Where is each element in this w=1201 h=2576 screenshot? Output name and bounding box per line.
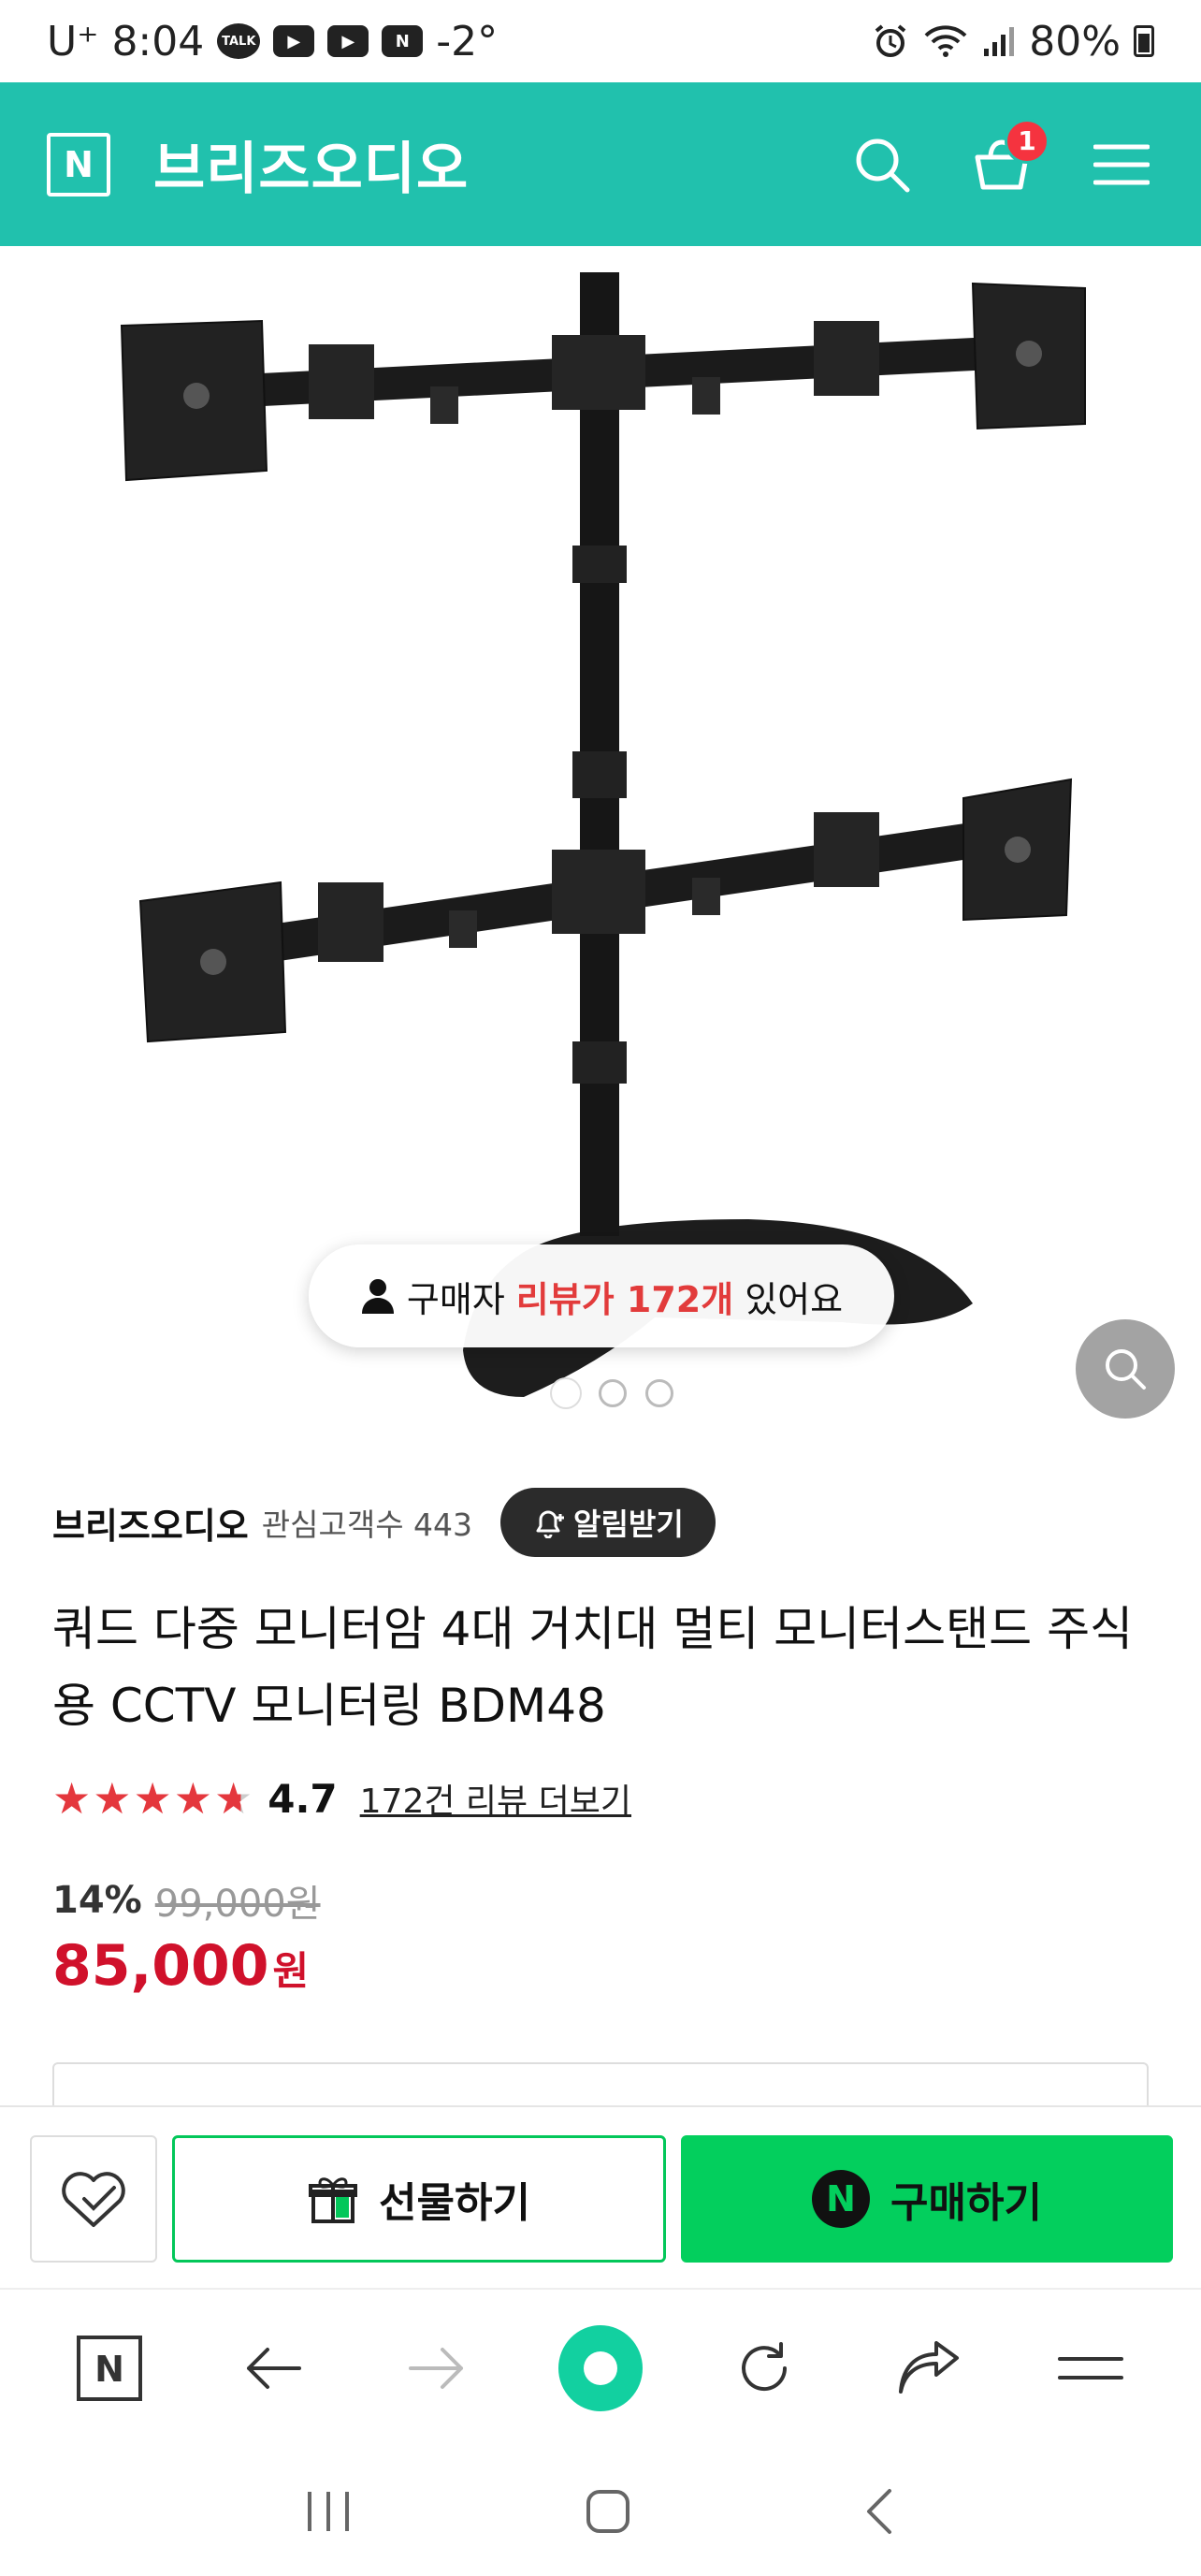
- recent-apps-icon[interactable]: [302, 2488, 355, 2535]
- review-banner-suffix: 있어요: [745, 1278, 844, 1320]
- discount-rate: 14%: [52, 1879, 142, 1922]
- star-icon: ★: [133, 1773, 172, 1824]
- gift-button-label: 선물하기: [379, 2179, 530, 2227]
- product-title: 쿼드 다중 모니터암 4대 거치대 멀티 모니터스탠드 주식용 CCTV 모니터…: [52, 1602, 1134, 1733]
- follower-count: 관심고객수 443: [261, 1506, 473, 1543]
- npay-icon: N: [812, 2170, 871, 2228]
- home-orb-button[interactable]: [557, 2325, 643, 2411]
- system-nav-bar: [0, 2447, 1201, 2576]
- status-left: U⁺ 8:04 TALK ▶ ▶ N -2°: [47, 18, 498, 65]
- gift-icon: [309, 2177, 358, 2223]
- seller-name[interactable]: 브리즈오디오: [52, 1497, 249, 1549]
- currency-label: 원: [272, 1948, 310, 1994]
- half-star-icon: ★: [214, 1773, 253, 1824]
- gallery-dot[interactable]: [645, 1379, 673, 1407]
- star-rating: ★ ★ ★ ★ ★: [52, 1777, 253, 1820]
- naver-square-icon: N: [77, 2336, 143, 2401]
- wishlist-button[interactable]: [30, 2135, 157, 2263]
- wifi-icon: [924, 25, 967, 57]
- notify-button[interactable]: 알림받기: [500, 1488, 716, 1557]
- review-banner-prefix: 구매자: [406, 1278, 505, 1320]
- zoom-icon[interactable]: [1076, 1319, 1175, 1419]
- search-icon[interactable]: [849, 132, 915, 197]
- buy-button[interactable]: N 구매하기: [681, 2135, 1173, 2263]
- naver-logo[interactable]: N: [47, 132, 110, 196]
- battery-label: 80%: [1029, 17, 1121, 65]
- refresh-icon[interactable]: [722, 2326, 806, 2410]
- forward-icon[interactable]: [395, 2326, 479, 2410]
- purchase-bar: 선물하기 N 구매하기: [0, 2105, 1201, 2288]
- bell-icon: [536, 1510, 565, 1538]
- youtube-icon-2: ▶: [327, 25, 369, 57]
- naver-home-button[interactable]: N: [67, 2326, 152, 2410]
- header-actions: 1: [849, 118, 1154, 197]
- gallery-pagination: [552, 1379, 673, 1407]
- cart-icon[interactable]: 1: [969, 118, 1049, 197]
- cart-count-badge: 1: [1005, 118, 1049, 164]
- star-icon: ★: [173, 1773, 212, 1824]
- browser-menu-icon[interactable]: [1049, 2326, 1133, 2410]
- heart-check-icon: [62, 2172, 125, 2227]
- menu-icon[interactable]: [1089, 132, 1154, 197]
- kakaotalk-icon: TALK: [217, 23, 261, 59]
- star-icon: ★: [52, 1773, 92, 1824]
- clock: 8:04: [111, 17, 205, 65]
- home-orb-icon: [557, 2325, 643, 2411]
- sale-price: 85,000: [52, 1933, 269, 1999]
- person-icon: [361, 1279, 394, 1314]
- rating-score: 4.7: [268, 1775, 338, 1822]
- system-back-icon[interactable]: [861, 2485, 899, 2538]
- carrier-label: U⁺: [47, 17, 99, 65]
- notify-button-label: 알림받기: [573, 1506, 684, 1542]
- status-right: 80%: [872, 18, 1154, 65]
- review-banner-count: 리뷰가 172개: [515, 1278, 734, 1320]
- share-icon[interactable]: [886, 2326, 970, 2410]
- browser-toolbar: N: [0, 2288, 1201, 2447]
- back-icon[interactable]: [231, 2326, 315, 2410]
- temperature-label: -2°: [436, 17, 499, 65]
- signal-icon: [984, 27, 1015, 56]
- gift-button[interactable]: 선물하기: [172, 2135, 666, 2263]
- svg-text:N: N: [95, 2349, 125, 2390]
- rating-row: ★ ★ ★ ★ ★ 4.7 172건 리뷰 더보기: [52, 1770, 631, 1826]
- price-row: 14% 99,000원: [52, 1873, 321, 1928]
- alarm-icon: [875, 24, 906, 57]
- store-header: N 브리즈오디오 1: [0, 82, 1201, 246]
- naver-icon: N: [382, 25, 424, 57]
- battery-icon: [1134, 25, 1154, 57]
- review-link[interactable]: 172건 리뷰 더보기: [360, 1774, 631, 1823]
- gallery-dot[interactable]: [552, 1379, 580, 1407]
- sale-price-row: 85,000 원: [52, 1933, 309, 1999]
- review-count-banner[interactable]: 구매자 리뷰가 172개 있어요: [309, 1244, 894, 1347]
- home-icon[interactable]: [584, 2487, 632, 2536]
- gallery-dot[interactable]: [599, 1379, 627, 1407]
- store-name[interactable]: 브리즈오디오: [153, 124, 469, 205]
- buy-button-label: 구매하기: [890, 2179, 1042, 2227]
- original-price: 99,000원: [154, 1883, 321, 1926]
- status-bar: U⁺ 8:04 TALK ▶ ▶ N -2° 80%: [0, 0, 1201, 82]
- star-icon: ★: [93, 1773, 132, 1824]
- youtube-icon: ▶: [273, 25, 315, 57]
- store-info-row: 브리즈오디오 관심고객수 443 알림받기: [52, 1488, 716, 1557]
